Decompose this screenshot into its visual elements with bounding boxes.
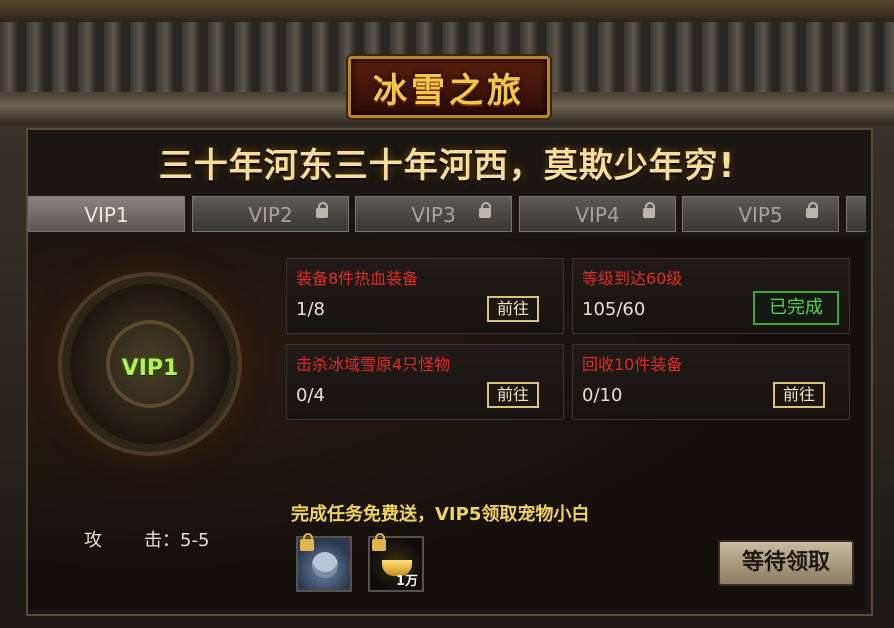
- task-card: 等级到达60级 105/60 已完成: [572, 258, 850, 334]
- tab-vip1[interactable]: VIP1: [28, 196, 185, 232]
- task-title: 击杀冰域雪原4只怪物: [296, 355, 451, 374]
- go-button[interactable]: 前往: [773, 382, 825, 408]
- tab-vip5[interactable]: VIP5: [682, 196, 839, 232]
- tab-vip2[interactable]: VIP2: [192, 196, 349, 232]
- claim-button[interactable]: 等待领取: [718, 540, 854, 586]
- vip-level-badge: VIP1: [121, 356, 179, 381]
- roof-ridge: [0, 0, 894, 22]
- lock-icon: [479, 202, 491, 218]
- tab-label: VIP3: [411, 203, 456, 227]
- slogan-text: 三十年河东三十年河西，莫欺少年穷!: [158, 146, 736, 186]
- tab-more[interactable]: [846, 196, 866, 232]
- task-title: 回收10件装备: [582, 355, 683, 374]
- lock-icon: [643, 202, 655, 218]
- stat-value: 击：5-5: [144, 530, 210, 551]
- lock-icon: [372, 533, 386, 551]
- wolf-pet-icon: [312, 552, 338, 578]
- task-progress: 0/4: [296, 385, 325, 406]
- go-button[interactable]: 前往: [487, 382, 539, 408]
- reward-item-gold[interactable]: 1万: [368, 533, 424, 592]
- task-card: 装备8件热血装备 1/8 前往: [286, 258, 564, 334]
- completed-badge: 已完成: [753, 291, 839, 325]
- lock-icon: [300, 533, 314, 551]
- vip-emblem: VIP1: [70, 284, 230, 444]
- task-title: 装备8件热血装备: [296, 269, 419, 288]
- task-progress: 1/8: [296, 299, 325, 320]
- vip-tab-bar: VIP1 VIP2 VIP3 VIP4 VIP5: [28, 196, 866, 234]
- task-progress: 0/10: [582, 385, 623, 406]
- tab-label: VIP5: [738, 203, 783, 227]
- game-title: 冰雪之旅: [373, 70, 525, 111]
- task-progress: 105/60: [582, 299, 646, 320]
- tab-label: VIP1: [84, 203, 129, 227]
- task-title: 等级到达60级: [582, 269, 683, 288]
- task-card: 击杀冰域雪原4只怪物 0/4 前往: [286, 344, 564, 420]
- item-quantity: 1万: [395, 574, 418, 589]
- lock-icon: [806, 202, 818, 218]
- tab-vip4[interactable]: VIP4: [519, 196, 676, 232]
- tab-label: VIP4: [575, 203, 620, 227]
- tab-vip3[interactable]: VIP3: [355, 196, 512, 232]
- reward-description: 完成任务免费送，VIP5领取宠物小白: [291, 504, 590, 525]
- tab-label: VIP2: [248, 203, 293, 227]
- go-button[interactable]: 前往: [487, 296, 539, 322]
- reward-item-pet[interactable]: [296, 533, 352, 592]
- vip-content: VIP1 装备8件热血装备 1/8 前往 等级到达60级 105/60 已完成 …: [28, 238, 866, 610]
- title-plaque: 冰雪之旅: [348, 56, 550, 118]
- stat-label: 攻: [84, 530, 102, 551]
- lock-icon: [316, 202, 328, 218]
- task-card: 回收10件装备 0/10 前往: [572, 344, 850, 420]
